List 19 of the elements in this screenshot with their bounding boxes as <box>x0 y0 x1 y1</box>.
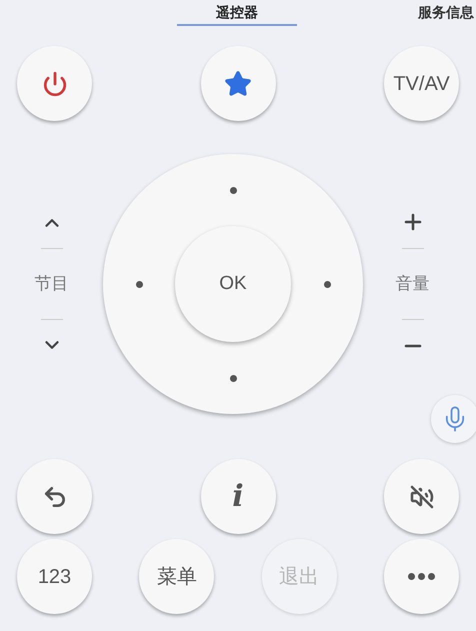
star-icon <box>224 70 252 98</box>
favorite-button[interactable] <box>200 46 276 121</box>
ok-button[interactable]: OK <box>175 226 291 342</box>
volume-label: 音量 <box>396 273 430 296</box>
power-icon <box>42 70 68 96</box>
remote-button[interactable]: TV/AV <box>384 46 459 121</box>
more-icon <box>408 573 435 580</box>
mute-button[interactable] <box>384 459 459 534</box>
info-button[interactable]: i <box>200 459 276 534</box>
direction-pad[interactable]: OK <box>103 154 363 414</box>
channel-label: 节目 <box>34 273 68 296</box>
microphone-button[interactable] <box>431 395 476 443</box>
remote-button[interactable]: 菜单 <box>139 539 214 614</box>
back-button[interactable] <box>17 459 92 534</box>
remote-button[interactable]: 123 <box>17 539 92 614</box>
mute-icon <box>410 484 434 508</box>
tab[interactable]: 服务信息 <box>418 0 474 26</box>
tab[interactable]: 遥控器 <box>177 0 297 26</box>
power-button[interactable] <box>17 46 92 121</box>
